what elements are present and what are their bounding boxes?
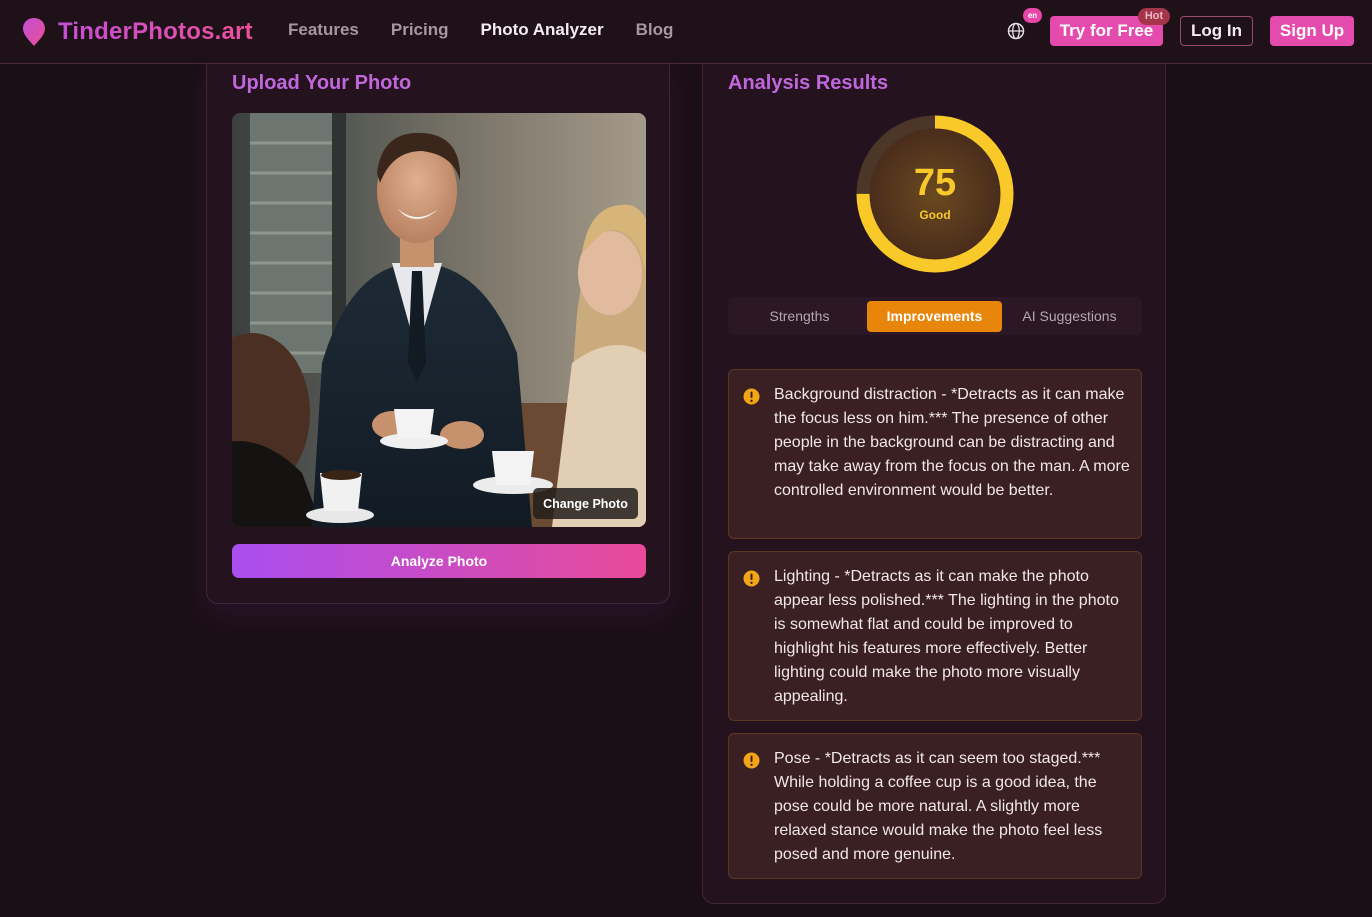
upload-card: Upload Your Photo Change Photo Analyze P… bbox=[206, 64, 670, 604]
list-item: Lighting - *Detracts as it can make the … bbox=[728, 551, 1142, 721]
item-text: Pose - *Detracts as it can seem too stag… bbox=[774, 750, 1103, 863]
exclamation-circle-icon bbox=[743, 752, 760, 769]
brand-name: TinderPhotos.art bbox=[58, 18, 253, 45]
language-badge: en bbox=[1023, 8, 1042, 23]
exclamation-circle-icon bbox=[743, 388, 760, 405]
signup-button[interactable]: Sign Up bbox=[1270, 16, 1354, 46]
score-ring: 75 Good bbox=[855, 114, 1015, 274]
score-value: 75 bbox=[913, 162, 957, 204]
uploaded-photo: Change Photo bbox=[232, 113, 646, 527]
score-label: Good bbox=[919, 208, 951, 222]
nav-blog[interactable]: Blog bbox=[636, 20, 674, 40]
tab-strengths[interactable]: Strengths bbox=[732, 301, 867, 332]
item-text: Background distraction - *Detracts as it… bbox=[774, 386, 1130, 499]
results-card: Analysis Results 75 Good Strengths Impro… bbox=[702, 64, 1166, 904]
upload-title: Upload Your Photo bbox=[232, 72, 412, 94]
analyze-photo-button[interactable]: Analyze Photo bbox=[232, 544, 646, 578]
result-tabs: Strengths Improvements AI Suggestions bbox=[728, 297, 1142, 335]
exclamation-circle-icon bbox=[743, 570, 760, 587]
top-navbar: TinderPhotos.art Features Pricing Photo … bbox=[0, 0, 1372, 64]
photo-image bbox=[232, 113, 646, 527]
nav-features[interactable]: Features bbox=[288, 20, 359, 40]
tab-ai-suggestions[interactable]: AI Suggestions bbox=[1002, 301, 1137, 332]
tab-improvements[interactable]: Improvements bbox=[867, 301, 1002, 332]
pin-heart-icon bbox=[23, 18, 45, 46]
item-text: Lighting - *Detracts as it can make the … bbox=[774, 568, 1119, 705]
main-nav: Features Pricing Photo Analyzer Blog bbox=[288, 20, 673, 40]
list-item: Background distraction - *Detracts as it… bbox=[728, 369, 1142, 539]
nav-pricing[interactable]: Pricing bbox=[391, 20, 449, 40]
list-item: Pose - *Detracts as it can seem too stag… bbox=[728, 733, 1142, 879]
nav-photo-analyzer[interactable]: Photo Analyzer bbox=[481, 20, 604, 40]
globe-icon[interactable] bbox=[1006, 21, 1026, 41]
brand-logo[interactable]: TinderPhotos.art bbox=[22, 16, 253, 48]
change-photo-button[interactable]: Change Photo bbox=[533, 488, 638, 519]
hot-badge: Hot bbox=[1138, 8, 1170, 25]
login-button[interactable]: Log In bbox=[1180, 16, 1253, 46]
results-title: Analysis Results bbox=[728, 72, 889, 94]
